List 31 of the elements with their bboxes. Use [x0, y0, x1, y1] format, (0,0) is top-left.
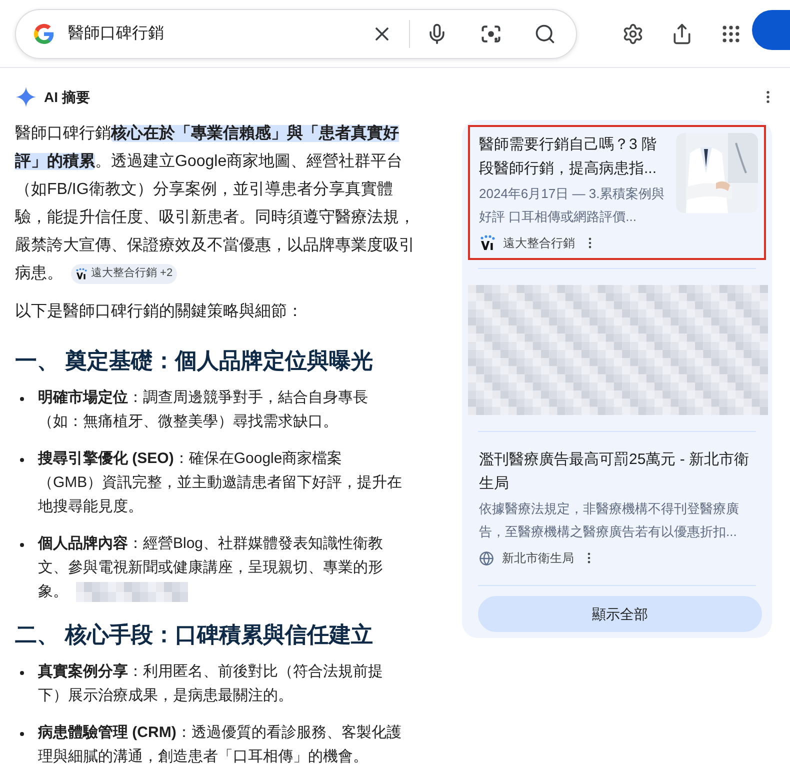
bullet-text: 搜尋引擎優化 (SEO)：確保在Google商家檔案（GMB）資訊完整，並主動邀請患者留下好評，提升在地搜尋能見度。 [38, 449, 404, 517]
site-logo-icon [479, 235, 495, 251]
bullet-text: 真實案例分享：利用匿名、前後對比（符合法規前提下）展示治療成果，是病患最關注的。 [38, 662, 384, 706]
show-all-button[interactable]: 顯示全部 [478, 596, 762, 632]
section-heading: 一、 奠定基礎：個人品牌定位與曝光 [15, 347, 374, 375]
source-card[interactable]: 濫刊醫療廣告最高可罰25萬元 - 新北市衛生局 依據醫療法規定，非醫療機構不得刊登醫療廣告，至醫療機構之醫療廣告若有以優惠折扣... 新北市衛生局 [468, 440, 766, 575]
sparkle-icon [15, 86, 37, 108]
bullet-text: 病患體驗管理 (CRM)：透過優質的看診服務、客製化護理與細膩的溝通，創造患者「口耳相傳」的機會。 [38, 723, 402, 767]
section-title: AI 摘要 [44, 88, 91, 106]
globe-icon [479, 550, 494, 566]
google-logo-icon [32, 22, 56, 46]
share-icon[interactable] [671, 22, 693, 44]
bullet-text: 個人品牌內容：經營Blog、社群媒體發表知識性衛教文、參與電視新聞或健康講座，呈現親切、專業的形象。 [38, 532, 415, 604]
source-name[interactable]: 新北市衛生局 [502, 549, 574, 567]
section-heading: 二、 核心手段：口碑積累與信任建立 [15, 621, 374, 649]
card-snippet: 依據醫療法規定，非醫療機構不得刊登醫療廣告，至醫療機構之醫療廣告若有以優惠折扣... [479, 500, 740, 541]
card-snippet: 2024年6月17日 — 3.累積案例與好評 口耳相傳或網路評價... [479, 185, 666, 226]
search-query[interactable]: 醫師口碑行銷 [68, 22, 359, 46]
summary-paragraph: 醫師口碑行銷核心在於「專業信賴感」與「患者真實好評」的積累。透過建立Google商家地圖、經營社群平台（如FB/IG衛教文）分享案例，並引導患者分享真實體驗，能提升信任度、吸引新患者。同時須遵守醫療法規，嚴禁誇大宣傳、保證療效及不當優惠，以品牌專業度吸引病患。 遠大整合行銷 +2 [15, 123, 415, 286]
camera-icon[interactable] [480, 22, 502, 44]
source-chip[interactable]: 遠大整合行銷 +2 [71, 264, 177, 284]
source-card[interactable]: 醫師需要行銷自己嗎？3 階段醫師行銷，提高病患指... 2024年6月17日 — 3.累積案例與好評 口耳相傳或網路評價... 遠大整合行銷 [468, 125, 766, 260]
site-logo-icon [75, 268, 87, 280]
settings-icon[interactable] [622, 22, 644, 44]
source-name[interactable]: 遠大整合行銷 [503, 234, 575, 252]
card-title[interactable]: 濫刊醫療廣告最高可罰25萬元 - 新北市衛生局 [479, 448, 758, 496]
search-icon[interactable] [534, 22, 556, 44]
search-field[interactable]: 醫師口碑行銷 [15, 8, 577, 58]
card-title[interactable]: 醫師需要行銷自己嗎？3 階段醫師行銷，提高病患指... [479, 133, 668, 181]
bullet-text: 明確市場定位：調查周邊競爭對手，結合自身專長（如：無痛植牙、微整美學）尋找需求缺口。 [38, 388, 369, 432]
lead-text: 以下是醫師口碑行銷的關鍵策略與細節： [15, 302, 304, 322]
